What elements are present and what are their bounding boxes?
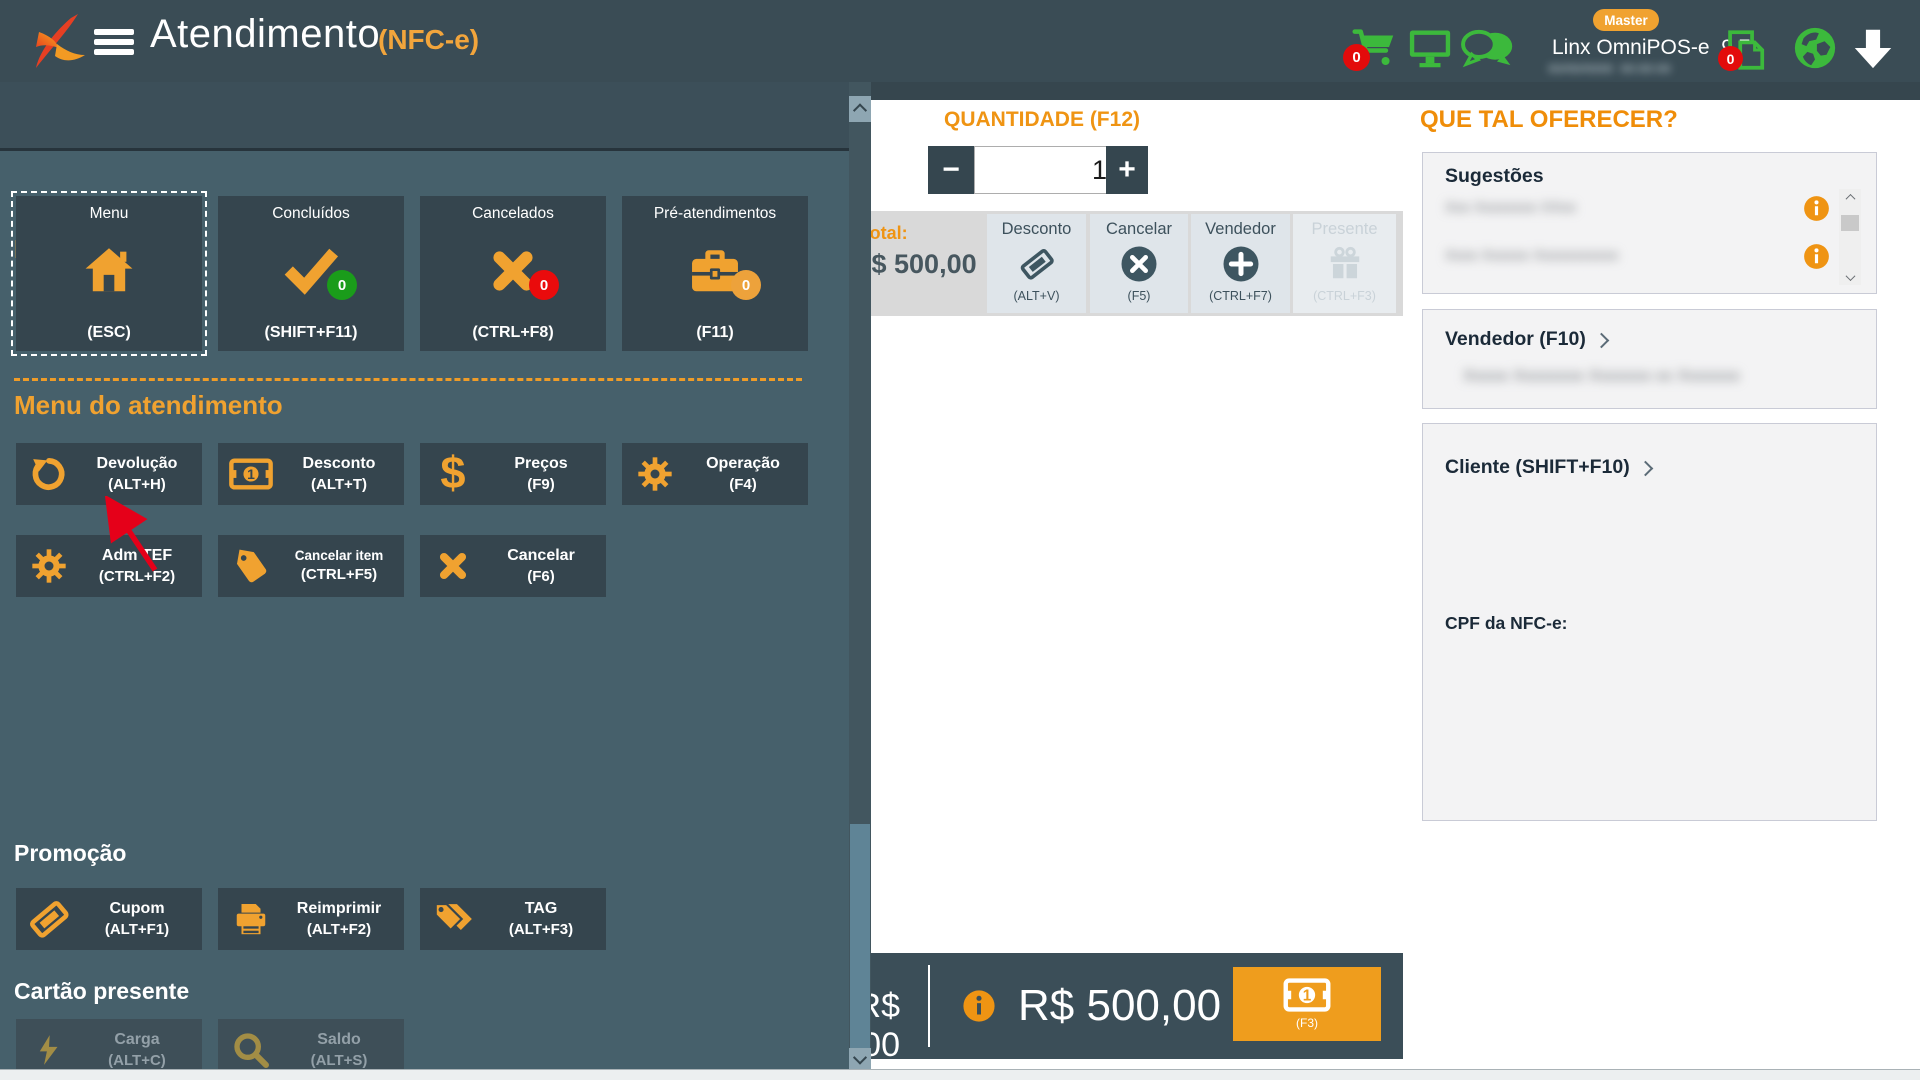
chevron-right-icon bbox=[1637, 461, 1653, 477]
cancel-x-icon bbox=[420, 230, 606, 312]
chevron-right-icon bbox=[1594, 333, 1610, 349]
gear-icon bbox=[22, 546, 76, 586]
quantity-minus-button[interactable]: − bbox=[928, 146, 974, 194]
section-separator bbox=[14, 378, 802, 381]
scrollbar-thumb[interactable] bbox=[1841, 215, 1859, 231]
copies-count-badge: 0 bbox=[1718, 46, 1743, 71]
briefcase-icon bbox=[622, 230, 808, 312]
cancel-circle-icon bbox=[1090, 239, 1188, 289]
svg-text:1: 1 bbox=[247, 466, 255, 482]
gear-icon bbox=[628, 454, 682, 494]
datetime-redacted: 00/00/0000 00:00:00 bbox=[1548, 61, 1671, 76]
suggestions-card: Sugestões Xxx Xxxxxxxx XXxx Xxxx Xxxxxx … bbox=[1422, 152, 1877, 294]
suggestions-title: Sugestões bbox=[1445, 165, 1544, 188]
app-header: Atendimento (NFC-e) 0 bbox=[0, 0, 1920, 82]
tile-cancelar[interactable]: Cancelar (F6) bbox=[420, 535, 606, 597]
download-arrow-icon[interactable] bbox=[1850, 25, 1896, 76]
pos-application: Atendimento (NFC-e) 0 bbox=[0, 0, 1920, 1080]
scroll-down-icon[interactable] bbox=[849, 1048, 871, 1069]
tile-cancelar-item[interactable]: Cancelar item (CTRL+F5) bbox=[218, 535, 404, 597]
tags-icon bbox=[426, 900, 480, 938]
cart-count-badge: 0 bbox=[1343, 44, 1370, 71]
item-discount-button[interactable]: Desconto (ALT+V) bbox=[987, 214, 1086, 313]
linx-logo-icon bbox=[28, 10, 92, 77]
scroll-down-icon[interactable] bbox=[1839, 269, 1861, 285]
bottom-edge-strip bbox=[0, 1069, 1920, 1080]
customer-card[interactable]: Cliente (SHIFT+F10) CPF da NFC-e: bbox=[1422, 423, 1877, 821]
svg-text:1: 1 bbox=[1303, 987, 1312, 1004]
pay-shortcut-label: (F3) bbox=[1296, 1016, 1318, 1030]
item-action-strip: Total: R$ 500,00 Desconto (ALT+V) Cancel… bbox=[848, 211, 1403, 316]
quantity-plus-button[interactable]: + bbox=[1106, 146, 1148, 194]
bolt-icon bbox=[22, 1030, 76, 1069]
ticket-icon bbox=[987, 239, 1086, 289]
tile-precos[interactable]: $ Preços (F9) bbox=[420, 443, 606, 505]
tile-operacao[interactable]: Operação (F4) bbox=[622, 443, 808, 505]
banknote-icon: 1 bbox=[1281, 978, 1333, 1015]
suggestions-scrollbar[interactable] bbox=[1839, 189, 1861, 285]
master-badge: Master bbox=[1593, 9, 1659, 31]
tile-desconto[interactable]: 1 Desconto (ALT+T) bbox=[218, 443, 404, 505]
info-icon[interactable] bbox=[962, 989, 996, 1028]
ticket-icon bbox=[22, 898, 76, 940]
tile-saldo: Saldo (ALT+S) bbox=[218, 1019, 404, 1069]
offer-panel-title: QUE TAL OFERECER? bbox=[1420, 106, 1678, 134]
pay-button[interactable]: 1 (F3) bbox=[1233, 967, 1381, 1041]
item-vendor-button[interactable]: Vendedor (CTRL+F7) bbox=[1191, 214, 1290, 313]
scroll-up-icon[interactable] bbox=[849, 96, 871, 122]
vendor-name-redacted: Xxxxx Xxxxxxxx Xxxxxxx xx Xxxxxxx bbox=[1463, 366, 1811, 386]
panel-top-strip bbox=[0, 82, 849, 151]
page-mode-label: (NFC-e) bbox=[378, 24, 479, 56]
chat-icon[interactable] bbox=[1460, 26, 1514, 75]
info-icon[interactable] bbox=[1803, 195, 1830, 227]
tile-tag[interactable]: TAG (ALT+F3) bbox=[420, 888, 606, 950]
monitor-icon[interactable] bbox=[1406, 27, 1454, 74]
tile-cupom[interactable]: Cupom (ALT+F1) bbox=[16, 888, 202, 950]
count-badge: 0 bbox=[529, 270, 559, 300]
grand-total: R$ 500,00 bbox=[1018, 981, 1221, 1031]
dollar-icon: $ bbox=[426, 450, 480, 498]
svg-text:$: $ bbox=[440, 450, 465, 498]
cancel-x-icon bbox=[426, 548, 480, 584]
customer-label: Cliente (SHIFT+F10) bbox=[1445, 456, 1651, 479]
section-title-cartao-presente: Cartão presente bbox=[14, 978, 189, 1005]
add-circle-icon bbox=[1191, 239, 1290, 289]
annotation-arrow bbox=[98, 496, 170, 578]
check-icon bbox=[218, 230, 404, 312]
tile-pre-atendimentos[interactable]: Pré-atendimentos 0 (F11) bbox=[622, 196, 808, 351]
banknote-icon: 1 bbox=[224, 458, 278, 490]
scroll-up-icon[interactable] bbox=[1839, 189, 1861, 205]
item-gift-button: Presente (CTRL+F3) bbox=[1293, 214, 1396, 313]
magnifier-icon bbox=[224, 1030, 278, 1069]
tile-carga: Carga (ALT+C) bbox=[16, 1019, 202, 1069]
gift-icon bbox=[1293, 239, 1396, 289]
hamburger-menu-icon[interactable] bbox=[94, 26, 136, 58]
info-icon[interactable] bbox=[1803, 243, 1830, 275]
count-badge: 0 bbox=[731, 270, 761, 300]
quantity-label: QUANTIDADE (F12) bbox=[920, 108, 1164, 132]
tag-icon bbox=[224, 546, 278, 586]
count-badge: 0 bbox=[327, 270, 357, 300]
quantity-input[interactable] bbox=[974, 146, 1116, 194]
tile-reimprimir[interactable]: Reimprimir (ALT+F2) bbox=[218, 888, 404, 950]
item-cancel-button[interactable]: Cancelar (F5) bbox=[1090, 214, 1188, 313]
section-title-menu-atendimento: Menu do atendimento bbox=[14, 390, 283, 421]
tile-cancelados[interactable]: Cancelados 0 (CTRL+F8) bbox=[420, 196, 606, 351]
suggestion-item[interactable]: Xxx Xxxxxxxx XXxx bbox=[1445, 199, 1707, 216]
vendor-label: Vendedor (F10) bbox=[1445, 328, 1607, 351]
suggestion-item[interactable]: Xxxx Xxxxxx Xxxxxxxxxxx bbox=[1445, 247, 1763, 264]
panel-scrollbar[interactable] bbox=[849, 82, 871, 1069]
divider bbox=[928, 965, 930, 1047]
tile-menu[interactable]: Menu (ESC) bbox=[16, 196, 202, 351]
globe-icon[interactable] bbox=[1792, 25, 1838, 76]
vendor-card[interactable]: Vendedor (F10) Xxxxx Xxxxxxxx Xxxxxxx xx… bbox=[1422, 309, 1877, 409]
section-title-promocao: Promoção bbox=[14, 840, 126, 867]
home-icon bbox=[16, 230, 202, 312]
undo-icon bbox=[22, 455, 76, 493]
scrollbar-thumb[interactable] bbox=[850, 824, 870, 1048]
printer-icon bbox=[224, 900, 278, 938]
cpf-label: CPF da NFC-e: bbox=[1445, 613, 1568, 634]
page-title: Atendimento bbox=[150, 12, 380, 57]
tile-concluidos[interactable]: Concluídos 0 (SHIFT+F11) bbox=[218, 196, 404, 351]
